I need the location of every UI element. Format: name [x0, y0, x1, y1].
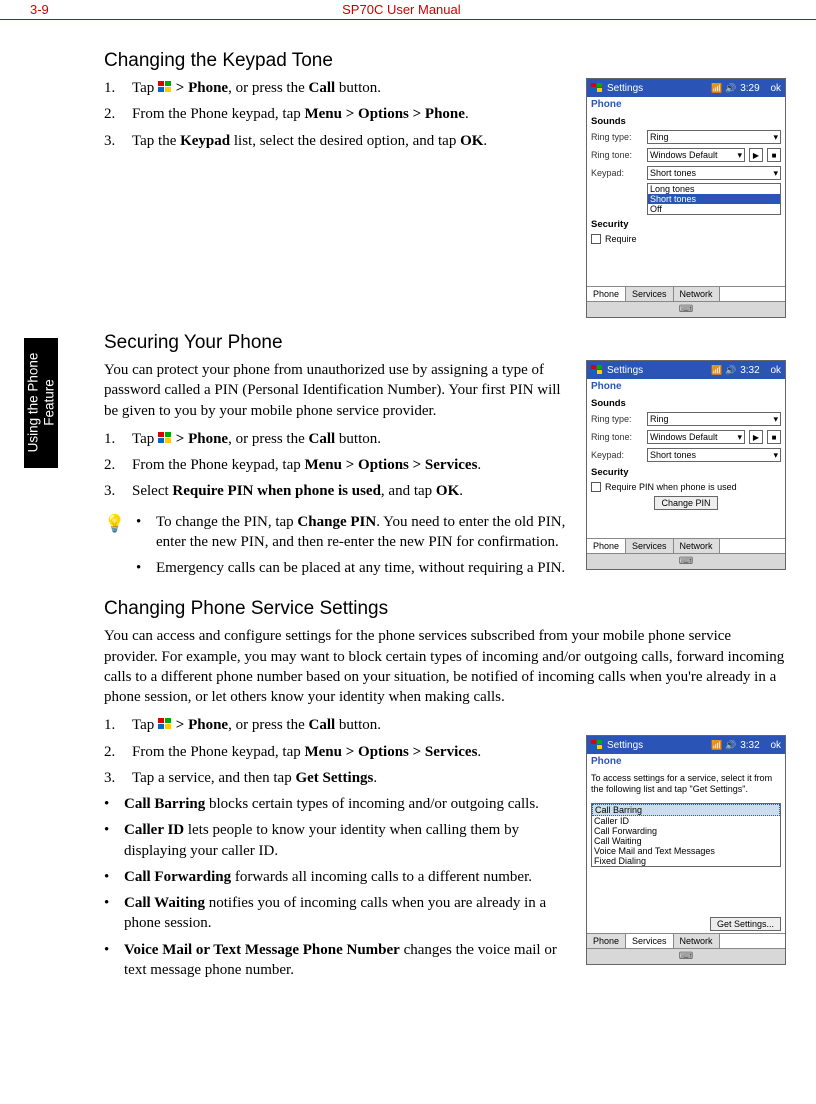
- start-icon: [591, 740, 603, 750]
- tab-network[interactable]: Network: [674, 934, 720, 948]
- heading-securing-phone: Securing Your Phone: [104, 332, 786, 354]
- steps-service: 1. Tap > Phone, or press the Call button…: [104, 715, 574, 788]
- doc-title: SP70C User Manual: [342, 2, 461, 17]
- get-settings-button[interactable]: Get Settings...: [710, 917, 781, 931]
- screenshot-services-list: Settings📶 🔊3:32 ok Phone To access setti…: [586, 735, 786, 965]
- ring-type-select[interactable]: Ring: [647, 412, 781, 426]
- tab-services[interactable]: Services: [626, 287, 674, 301]
- page-number: 3-9: [30, 2, 49, 17]
- ring-type-select[interactable]: Ring: [647, 130, 781, 144]
- play-icon[interactable]: ▶: [749, 430, 763, 444]
- heading-service-settings: Changing Phone Service Settings: [104, 598, 786, 620]
- service-bullets: •Call Barring blocks certain types of in…: [104, 794, 574, 980]
- tab-services[interactable]: Services: [626, 539, 674, 553]
- change-pin-button[interactable]: Change PIN: [654, 496, 717, 510]
- play-icon[interactable]: ▶: [749, 148, 763, 162]
- securing-intro: You can protect your phone from unauthor…: [104, 360, 574, 421]
- tab-phone[interactable]: Phone: [587, 934, 626, 948]
- page-header: 3-9 SP70C User Manual: [0, 0, 816, 20]
- keypad-select[interactable]: Short tones: [647, 166, 781, 180]
- stop-icon[interactable]: ■: [767, 148, 781, 162]
- tip-block: •To change the PIN, tap Change PIN. You …: [104, 512, 574, 585]
- sip-keyboard-icon[interactable]: ⌨: [587, 553, 785, 569]
- tab-phone[interactable]: Phone: [587, 287, 626, 301]
- start-icon: [158, 81, 172, 93]
- tab-network[interactable]: Network: [674, 287, 720, 301]
- start-icon: [158, 718, 172, 730]
- tab-phone[interactable]: Phone: [587, 539, 626, 553]
- chapter-tab: Using the Phone Feature: [24, 338, 58, 468]
- heading-keypad-tone: Changing the Keypad Tone: [104, 50, 786, 72]
- require-pin-checkbox[interactable]: [591, 482, 601, 492]
- services-listbox[interactable]: Call Barring Caller ID Call Forwarding C…: [591, 803, 781, 867]
- keypad-dropdown[interactable]: Long tones Short tones Off: [647, 183, 781, 215]
- start-icon: [158, 432, 172, 444]
- tab-network[interactable]: Network: [674, 539, 720, 553]
- tab-services[interactable]: Services: [626, 934, 674, 948]
- start-icon: [591, 365, 603, 375]
- stop-icon[interactable]: ■: [767, 430, 781, 444]
- steps-keypad-tone: 1. Tap > Phone, or press the Call button…: [104, 78, 574, 151]
- ring-tone-select[interactable]: Windows Default: [647, 148, 745, 162]
- sip-keyboard-icon[interactable]: ⌨: [587, 301, 785, 317]
- service-intro: You can access and configure settings fo…: [104, 626, 786, 707]
- start-icon: [591, 83, 603, 93]
- lightbulb-icon: [104, 514, 126, 538]
- ring-tone-select[interactable]: Windows Default: [647, 430, 745, 444]
- screenshot-keypad-dropdown: Settings📶 🔊3:29 ok Phone Sounds Ring typ…: [586, 78, 786, 318]
- steps-securing: 1. Tap > Phone, or press the Call button…: [104, 429, 574, 502]
- screenshot-require-pin: Settings📶 🔊3:32 ok Phone Sounds Ring typ…: [586, 360, 786, 570]
- keypad-select[interactable]: Short tones: [647, 448, 781, 462]
- sip-keyboard-icon[interactable]: ⌨: [587, 948, 785, 964]
- require-pin-checkbox[interactable]: [591, 234, 601, 244]
